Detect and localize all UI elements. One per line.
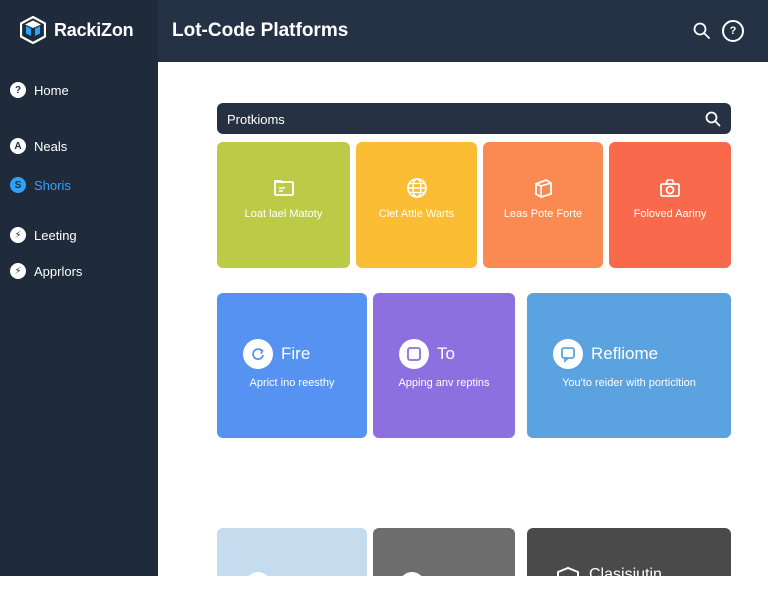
sidebar-item-label: Leeting bbox=[34, 227, 77, 243]
box-icon bbox=[535, 178, 552, 198]
brand-name: RackiZon bbox=[54, 20, 134, 40]
header: Lot-Code Platforms ? bbox=[158, 0, 768, 62]
user-icon: A bbox=[10, 138, 26, 154]
card-label: Loat lael Matoty bbox=[244, 208, 323, 220]
sidebar-item-label: Shoris bbox=[34, 177, 71, 193]
card-title: Fire bbox=[281, 344, 311, 363]
sidebar-item-label: Home bbox=[34, 82, 69, 98]
refresh-icon bbox=[243, 339, 273, 369]
sidebar-item-leeting[interactable]: ⚡ Leeting bbox=[10, 223, 77, 247]
card-subtitle: Apping anv reptins bbox=[398, 377, 490, 389]
brand[interactable]: RackiZon bbox=[0, 0, 158, 62]
platform-card-fire[interactable]: Fire Aprict ino reesthy bbox=[217, 293, 367, 438]
feature-card-4[interactable]: Foloved Aariny bbox=[609, 142, 731, 268]
cube-logo-icon bbox=[20, 16, 46, 44]
card-title: To bbox=[437, 344, 455, 363]
card-title: Clasisiutin bbox=[589, 566, 662, 583]
partial-card-2[interactable] bbox=[373, 528, 515, 598]
sidebar-item-label: Apprlors bbox=[34, 263, 83, 279]
search-icon[interactable] bbox=[692, 21, 712, 41]
sidebar: RackiZon ? Home A Neals S Shoris ⚡ Leeti… bbox=[0, 0, 158, 576]
page-title: Lot-Code Platforms bbox=[172, 20, 349, 41]
square-icon bbox=[399, 339, 429, 369]
card-label: Clet Attle Warts bbox=[378, 208, 455, 220]
platform-card-to[interactable]: To Apping anv reptins bbox=[373, 293, 515, 438]
sidebar-item-shoris[interactable]: S Shoris bbox=[10, 173, 71, 197]
feature-card-3[interactable]: Leas Pote Forte bbox=[483, 142, 603, 268]
card-label: Leas Pote Forte bbox=[503, 208, 583, 220]
sidebar-item-label: Neals bbox=[34, 138, 68, 154]
partial-card-1[interactable] bbox=[217, 528, 367, 598]
search-bar bbox=[217, 103, 731, 134]
platform-card-refliome[interactable]: Refliome You'to reider with porticltion bbox=[527, 293, 731, 438]
home-icon: ? bbox=[10, 82, 26, 98]
sidebar-item-neals[interactable]: A Neals bbox=[10, 134, 67, 158]
sidebar-item-home[interactable]: ? Home bbox=[10, 78, 69, 102]
feature-card-2[interactable]: Clet Attle Warts bbox=[356, 142, 477, 268]
feature-card-1[interactable]: Loat lael Matoty bbox=[217, 142, 350, 268]
sidebar-item-apprlors[interactable]: ⚡ Apprlors bbox=[10, 259, 82, 283]
search-icon[interactable] bbox=[704, 110, 722, 128]
folder-icon bbox=[273, 180, 294, 196]
box-icon bbox=[557, 566, 579, 586]
globe-icon bbox=[406, 178, 427, 198]
lightning-icon: ⚡ bbox=[10, 227, 26, 243]
partial-card-3[interactable]: Clasisiutin bbox=[527, 528, 731, 586]
search-input[interactable] bbox=[225, 108, 689, 130]
shorts-icon: S bbox=[10, 177, 26, 193]
help-icon[interactable]: ? bbox=[722, 20, 744, 42]
camera-icon bbox=[660, 179, 680, 197]
lightning-icon: ⚡ bbox=[10, 263, 26, 279]
card-subtitle: Aprict ino reesthy bbox=[249, 377, 335, 389]
chat-icon bbox=[553, 339, 583, 369]
card-label: Foloved Aariny bbox=[633, 208, 707, 220]
card-subtitle: You'to reider with porticltion bbox=[562, 377, 696, 389]
card-title: Refliome bbox=[591, 344, 659, 363]
